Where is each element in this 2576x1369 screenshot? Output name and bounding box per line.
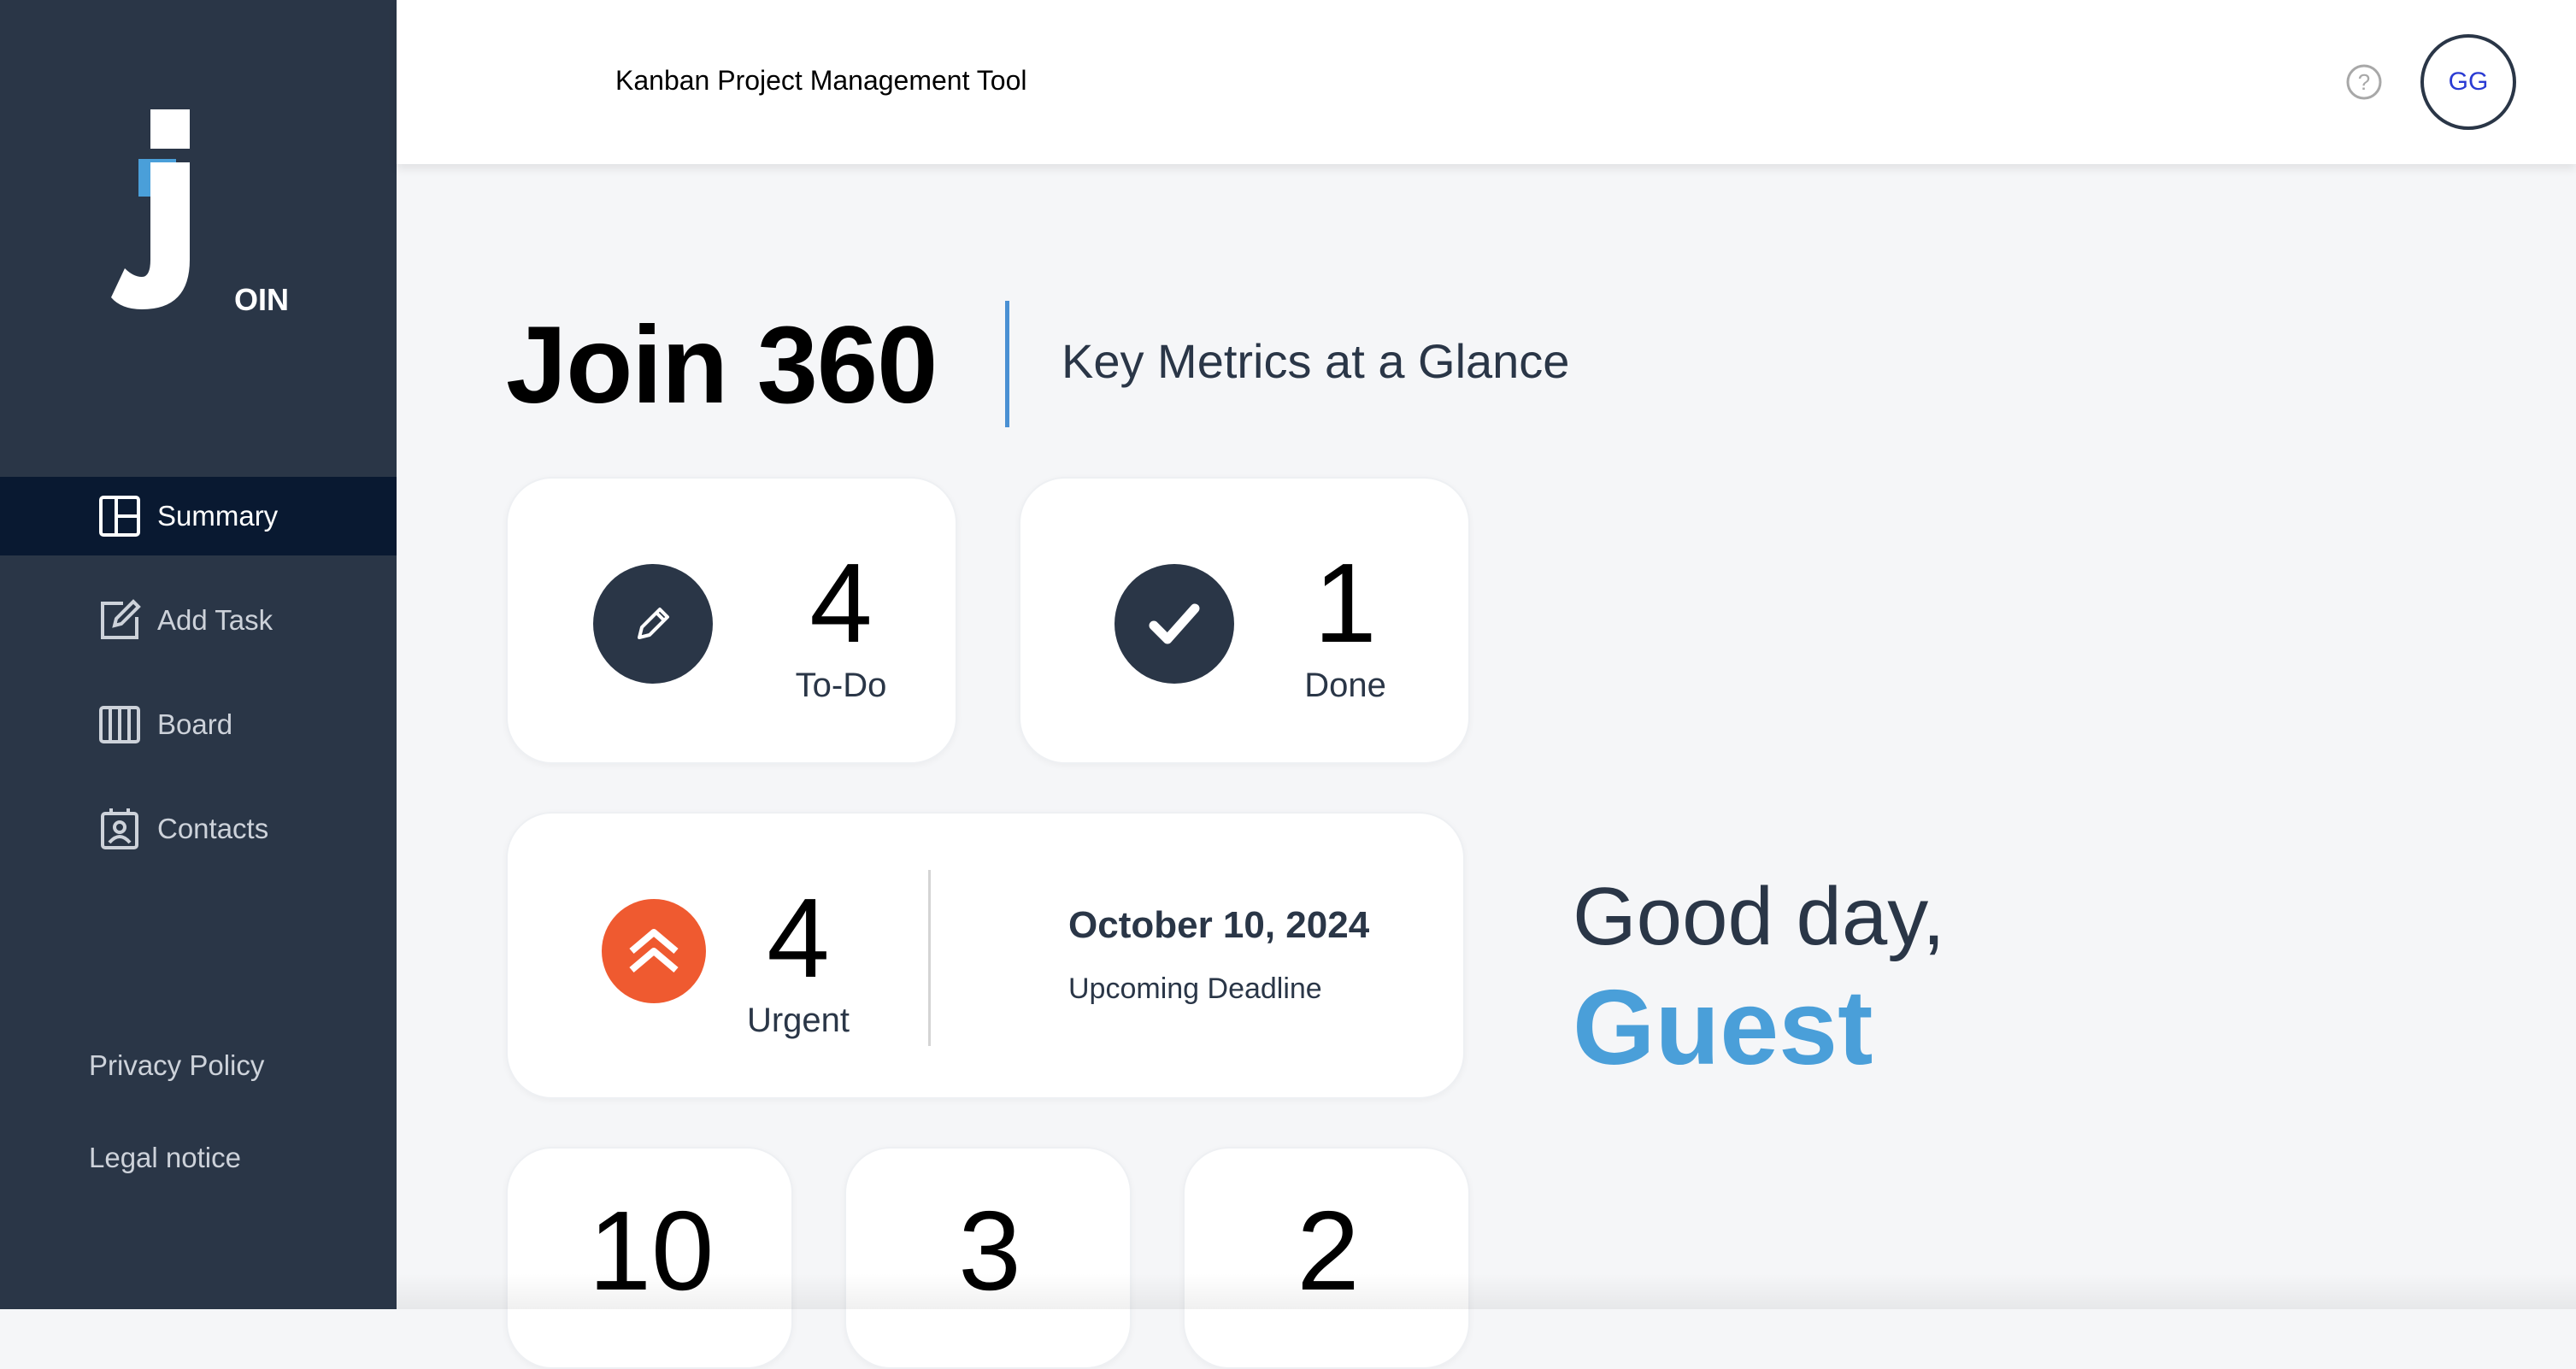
contacts-icon (96, 805, 144, 853)
summary-icon (96, 492, 144, 540)
logo-text: OIN (234, 282, 290, 317)
pencil-icon (593, 564, 713, 684)
sidebar-footer: Privacy Policy Legal notice (89, 1049, 264, 1234)
urgent-label: Urgent (746, 1002, 850, 1039)
sidebar-item-label: Board (157, 708, 233, 740)
help-icon[interactable]: ? (2345, 63, 2383, 101)
greeting-text: Good day, (1573, 871, 1945, 962)
page-title: Join 360 (506, 304, 938, 426)
app-title: Kanban Project Management Tool (615, 65, 1027, 96)
urgent-priority-icon (602, 899, 706, 1003)
sidebar-item-contacts[interactable]: Contacts (0, 790, 397, 868)
svg-text:?: ? (2358, 69, 2370, 95)
done-label: Done (1304, 667, 1386, 704)
done-card[interactable]: 1 Done (1019, 477, 1470, 764)
sidebar-item-label: Add Task (157, 604, 273, 636)
deadline-label: Upcoming Deadline (1068, 972, 1322, 1005)
greeting-name: Guest (1573, 969, 1873, 1087)
page-subtitle: Key Metrics at a Glance (1062, 334, 1570, 388)
done-count: 1 (1314, 540, 1377, 666)
sidebar-item-summary[interactable]: Summary (0, 477, 397, 555)
awaiting-feedback-card[interactable]: 2 (1183, 1147, 1470, 1369)
in-progress-card[interactable]: 3 (844, 1147, 1132, 1369)
board-icon (96, 701, 144, 749)
add-task-icon (96, 596, 144, 644)
check-icon (1115, 564, 1234, 684)
todo-count: 4 (809, 540, 873, 666)
sidebar-item-add-task[interactable]: Add Task (0, 581, 397, 660)
join-logo[interactable]: OIN (108, 106, 296, 328)
todo-label: To-Do (795, 667, 887, 704)
legal-notice-link[interactable]: Legal notice (89, 1142, 264, 1179)
sidebar-item-board[interactable]: Board (0, 685, 397, 764)
scroll-shadow (397, 1273, 2576, 1309)
todo-card[interactable]: 4 To-Do (506, 477, 957, 764)
deadline-date: October 10, 2024 (1068, 904, 1370, 946)
top-header: Kanban Project Management Tool ? GG (397, 0, 2576, 164)
sidebar-item-label: Contacts (157, 813, 269, 844)
privacy-policy-link[interactable]: Privacy Policy (89, 1049, 264, 1087)
urgent-card[interactable]: 4 Urgent October 10, 2024 Upcoming Deadl… (506, 812, 1465, 1099)
sidebar-nav: Summary Add Task Board Contacts (0, 477, 397, 894)
summary-main: Join 360 Key Metrics at a Glance 4 To-Do… (397, 164, 2576, 1369)
title-divider (1005, 301, 1009, 427)
urgent-divider (928, 870, 931, 1046)
sidebar: OIN Summary Add Task Board Contacts Priv… (0, 0, 397, 1309)
board-tasks-card[interactable]: 10 (506, 1147, 793, 1369)
urgent-count: 4 (767, 875, 830, 1001)
user-avatar[interactable]: GG (2420, 34, 2516, 130)
sidebar-item-label: Summary (157, 500, 279, 532)
